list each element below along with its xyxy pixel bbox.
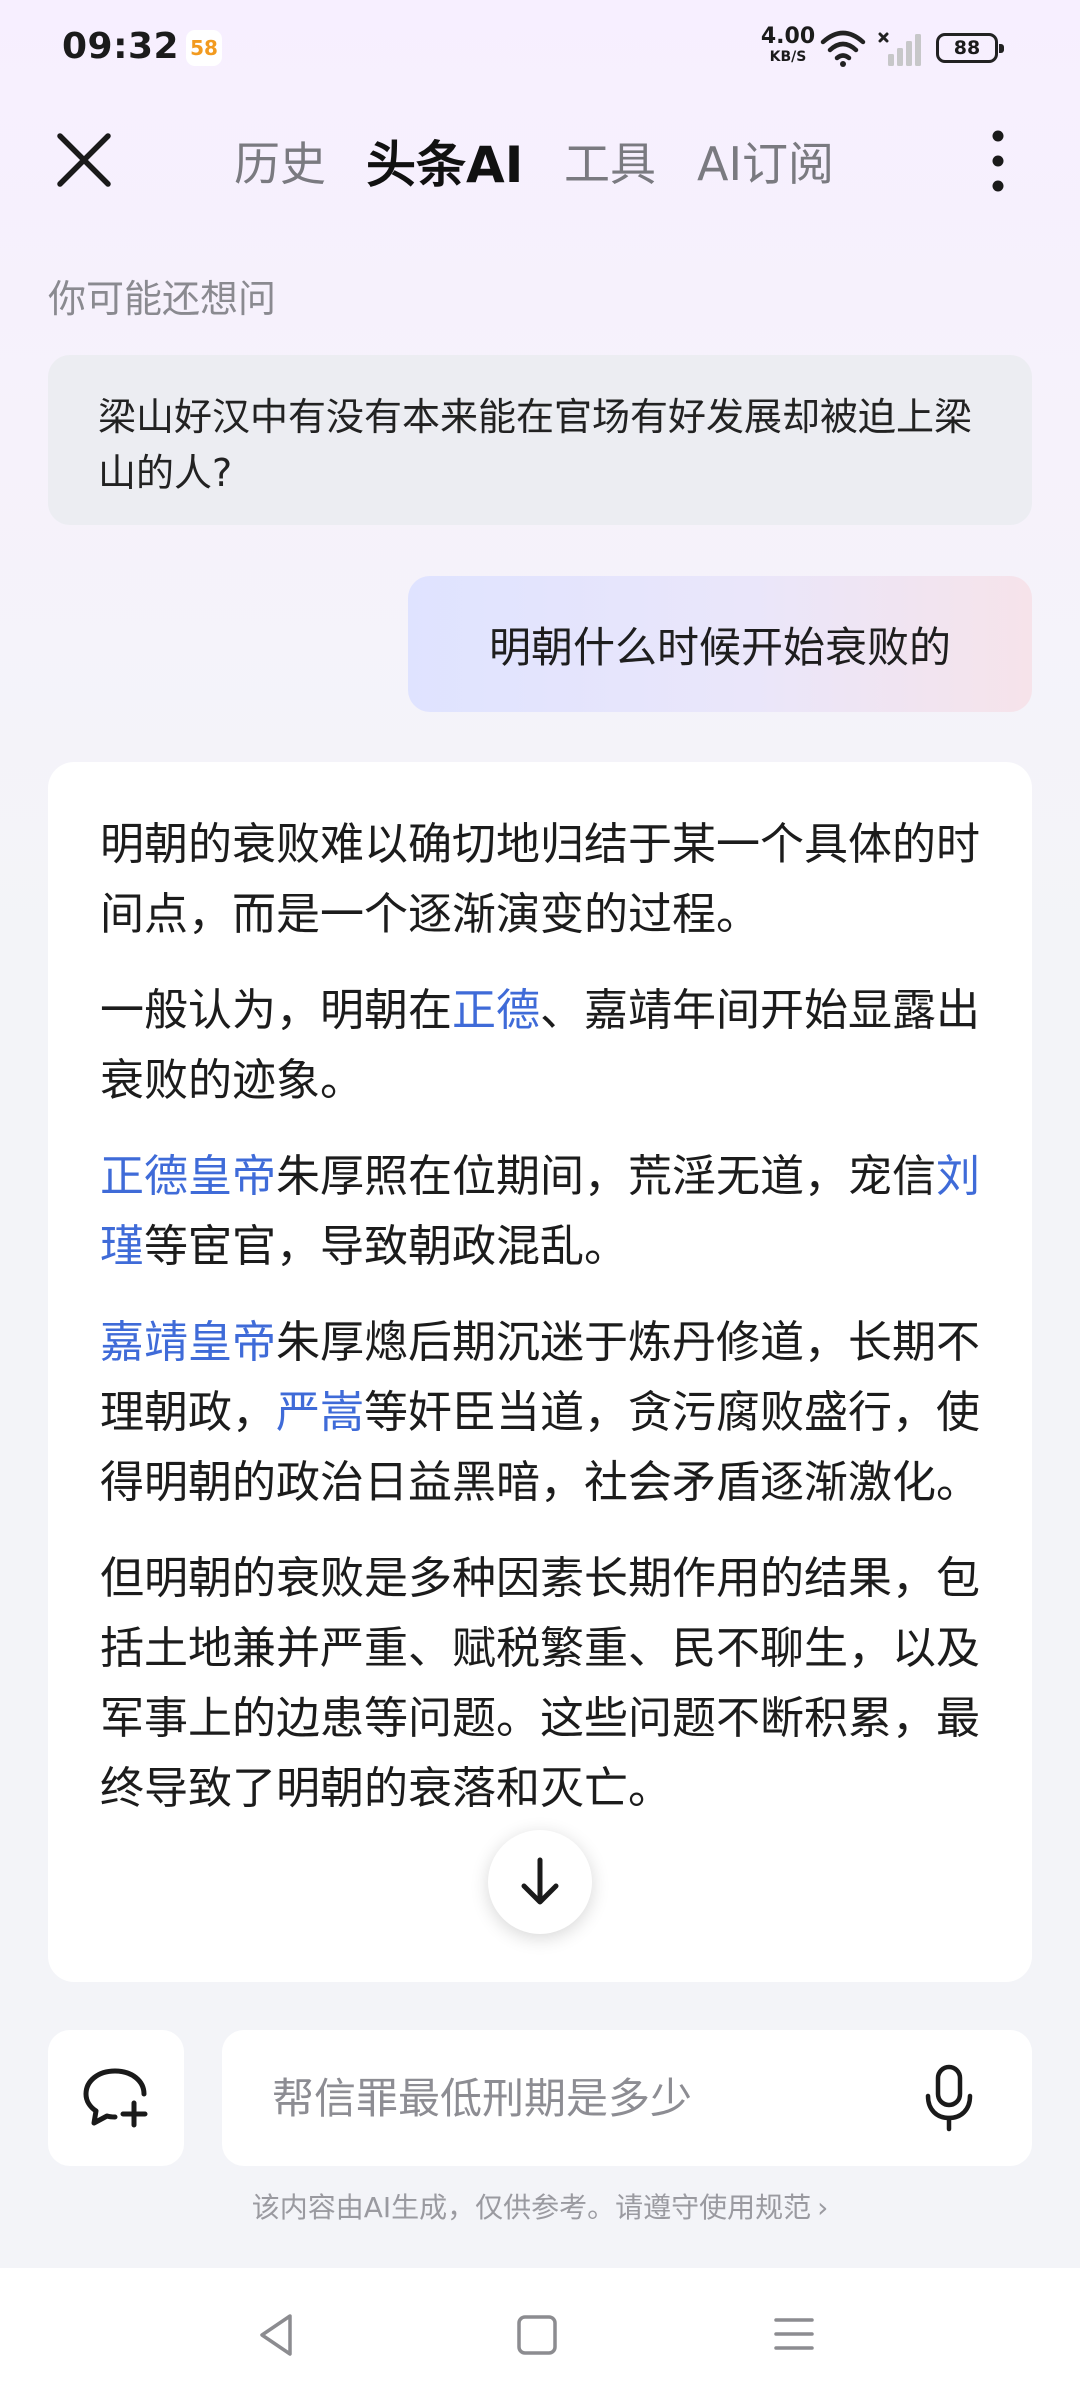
answer-paragraph-2: 一般认为，明朝在正德、嘉靖年间开始显露出衰败的迹象。 bbox=[100, 976, 980, 1116]
more-vertical-icon[interactable] bbox=[978, 126, 1018, 196]
answer-paragraph-1: 明朝的衰败难以确切地归结于某一个具体的时间点，而是一个逐渐演变的过程。 bbox=[100, 819, 980, 940]
network-speed-value: 4.00 bbox=[760, 24, 816, 49]
arrow-down-icon bbox=[521, 1857, 559, 1905]
suggestion-title: 你可能还想问 bbox=[48, 277, 277, 321]
system-navigation-bar bbox=[0, 2268, 1080, 2400]
answer-paragraph-5: 但明朝的衰败是多种因素长期作用的结果，包括土地兼并严重、赋税繁重、民不聊生，以及… bbox=[100, 1553, 980, 1814]
app-notification-icon: 58 bbox=[186, 30, 222, 66]
close-icon[interactable] bbox=[52, 128, 116, 192]
disclaimer-text: 该内容由AI生成，仅供参考。请遵守使用规范 bbox=[251, 2191, 812, 2224]
ai-disclaimer[interactable]: 该内容由AI生成，仅供参考。请遵守使用规范 › bbox=[0, 2186, 1080, 2226]
link-zhengde-emperor[interactable]: 正德皇帝 bbox=[100, 1151, 276, 1202]
link-yan-song[interactable]: 严嵩 bbox=[276, 1387, 364, 1438]
chevron-right-icon: › bbox=[817, 2191, 829, 2224]
network-speed: 4.00 KB/S bbox=[758, 24, 818, 65]
scroll-down-button[interactable] bbox=[488, 1830, 592, 1934]
chat-input[interactable] bbox=[270, 2072, 874, 2124]
status-time: 09:32 bbox=[62, 26, 180, 67]
menu-icon[interactable] bbox=[770, 2312, 818, 2356]
link-zhengde[interactable]: 正德 bbox=[452, 985, 540, 1036]
battery-icon: 88 bbox=[936, 33, 1004, 63]
status-bar: 09:32 58 4.00 KB/S 88 bbox=[0, 0, 1080, 100]
link-jiajing-emperor[interactable]: 嘉靖皇帝 bbox=[100, 1317, 276, 1368]
tab-ai-subscribe[interactable]: AI订阅 bbox=[697, 128, 834, 194]
new-chat-icon bbox=[83, 2068, 148, 2128]
user-message-bubble: 明朝什么时候开始衰败的 bbox=[408, 576, 1032, 712]
top-nav: 历史 头条AI 工具 AI订阅 bbox=[0, 110, 1080, 200]
answer-paragraph-3: 正德皇帝朱厚照在位期间，荒淫无道，宠信刘瑾等宦官，导致朝政混乱。 bbox=[100, 1142, 980, 1282]
answer-text: 朱厚照在位期间，荒淫无道，宠信 bbox=[276, 1151, 936, 1202]
answer-paragraph-4: 嘉靖皇帝朱厚熜后期沉迷于炼丹修道，长期不理朝政，严嵩等奸臣当道，贪污腐败盛行，使… bbox=[100, 1308, 980, 1518]
answer-text: 等宦官，导致朝政混乱。 bbox=[144, 1221, 628, 1272]
tab-toutiao-ai[interactable]: 头条AI bbox=[366, 125, 523, 197]
answer-text: 一般认为，明朝在 bbox=[100, 985, 452, 1036]
ai-answer-card: 明朝的衰败难以确切地归结于某一个具体的时间点，而是一个逐渐演变的过程。 一般认为… bbox=[48, 762, 1032, 1982]
new-chat-button[interactable] bbox=[48, 2030, 184, 2166]
microphone-icon[interactable] bbox=[924, 2064, 974, 2132]
chat-input-box[interactable] bbox=[222, 2030, 1032, 2166]
back-icon[interactable] bbox=[252, 2310, 300, 2360]
suggested-question[interactable]: 梁山好汉中有没有本来能在官场有好发展却被迫上梁山的人? bbox=[48, 355, 1032, 525]
wifi-icon bbox=[820, 30, 866, 67]
tab-tools[interactable]: 工具 bbox=[564, 128, 656, 194]
tab-history[interactable]: 历史 bbox=[234, 128, 326, 194]
signal-icon bbox=[878, 32, 921, 66]
home-icon[interactable] bbox=[514, 2312, 560, 2358]
network-speed-unit: KB/S bbox=[769, 49, 807, 65]
